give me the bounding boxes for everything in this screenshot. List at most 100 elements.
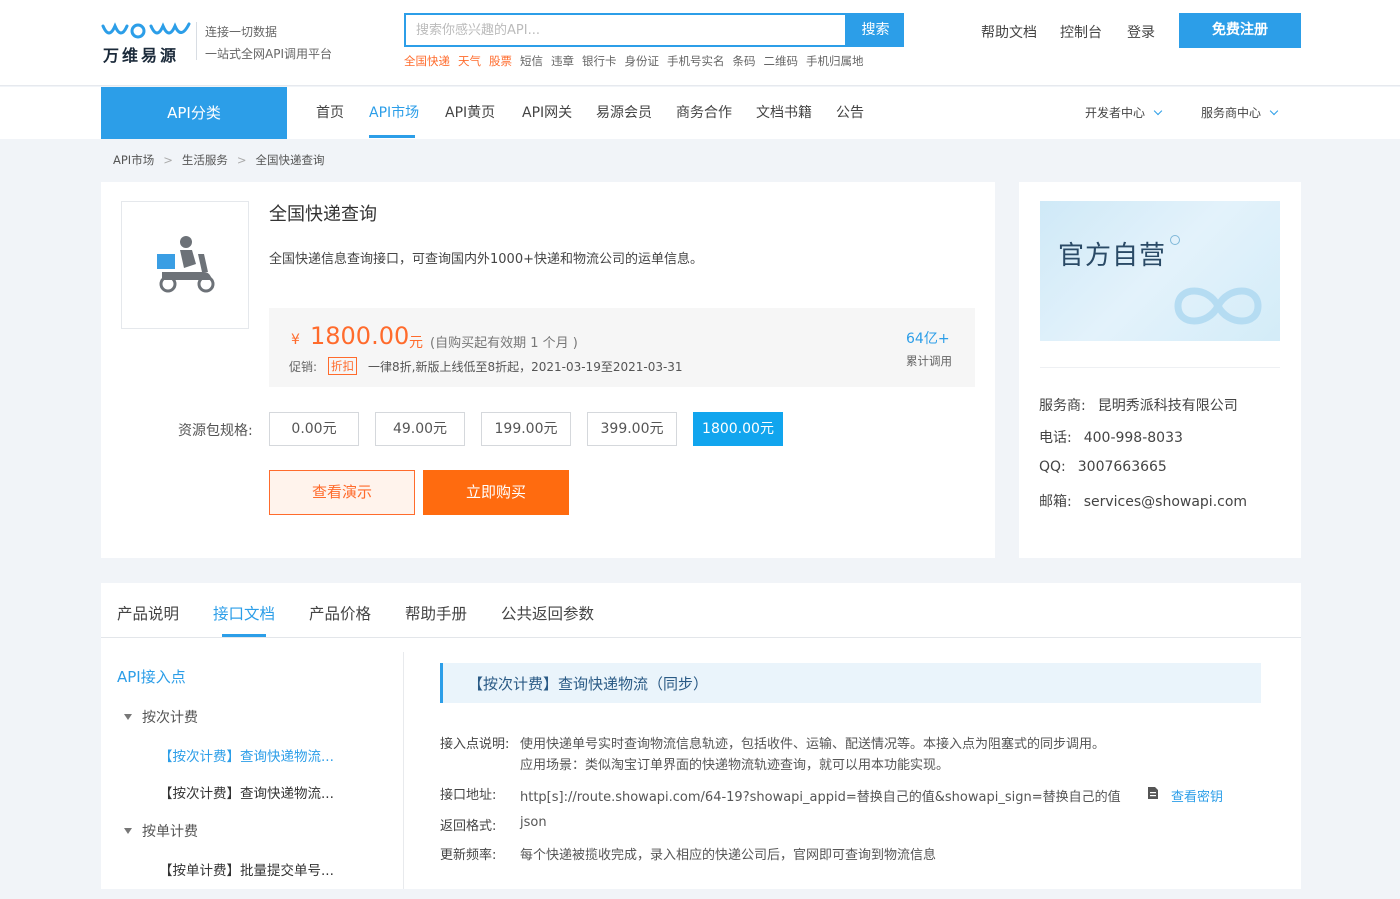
main-nav: API分类 首页 API市场 API黄页 API网关 易源会员 商务合作 文档书… [0,87,1400,139]
help-docs-link[interactable]: 帮助文档 [981,22,1037,42]
document-icon[interactable] [1147,786,1159,800]
freq-label: 更新频率: [440,848,497,863]
tabs-divider [101,637,1301,638]
hot-keyword[interactable]: 条码 [733,54,756,68]
nav-api-market[interactable]: API市场 [369,87,419,139]
caret-down-icon [124,828,132,834]
group-label: 按单计费 [142,824,198,840]
tab-pricing[interactable]: 产品价格 [309,602,371,624]
nav-api-gateway[interactable]: API网关 [522,87,572,139]
promo-text: 一律8折,新版上线低至8折起，2021-03-19至2021-03-31 [368,360,683,374]
format-label: 返回格式: [440,819,497,834]
tab-common-params[interactable]: 公共返回参数 [501,602,594,624]
breadcrumb-api-market[interactable]: API市场 [113,153,154,167]
product-image [121,201,249,329]
nav-home[interactable]: 首页 [316,87,344,139]
nav-announcements[interactable]: 公告 [836,87,864,139]
provider-center-dropdown[interactable]: 服务商中心 [1201,87,1279,139]
vendor-value: 昆明秀派科技有限公司 [1097,398,1238,414]
spec-option-selected[interactable]: 1800.00元 [693,412,783,446]
price-validity-note: (自购买起有效期 1 个月 ) [430,336,578,351]
hot-keyword[interactable]: 违章 [551,54,574,68]
promo-tag: 折扣 [328,357,357,375]
tab-active-indicator [222,634,266,637]
hot-keyword[interactable]: 银行卡 [582,54,617,68]
hot-keyword[interactable]: 股票 [489,54,512,68]
spec-option[interactable]: 0.00元 [269,412,359,446]
slogan-secondary: 一站式全网API调用平台 [205,47,332,61]
hot-keyword[interactable]: 手机号实名 [667,54,725,68]
phone-label: 电话: [1039,430,1072,446]
desc-value: 使用快递单号实时查询物流信息轨迹，包括收件、运输、配送情况等。本接入点为阻塞式的… [520,737,1106,752]
breadcrumb-life-services[interactable]: 生活服务 [182,153,228,167]
breadcrumb-separator: > [236,153,247,167]
nav-books[interactable]: 文档书籍 [756,87,812,139]
product-description: 全国快递信息查询接口，可查询国内外1000+快递和物流公司的运单信息。 [269,252,703,267]
caret-down-icon [124,714,132,720]
freq-value: 每个快递被揽收完成，录入相应的快递公司后，官网即可查询到物流信息 [520,848,937,863]
buy-now-button[interactable]: 立即购买 [423,470,569,515]
group-label: 按次计费 [142,710,198,726]
provider-email: 邮箱: services@showapi.com [1039,491,1247,511]
api-category-button[interactable]: API分类 [101,87,287,139]
group-per-call[interactable]: 按次计费 [124,707,198,727]
hot-keyword[interactable]: 短信 [520,54,543,68]
hot-keyword[interactable]: 手机归属地 [806,54,864,68]
developer-center-dropdown[interactable]: 开发者中心 [1085,87,1163,139]
infinity-icon [1174,287,1262,325]
total-calls-label: 累计调用 [906,354,952,368]
spec-option[interactable]: 199.00元 [481,412,571,446]
logo-divider [196,22,197,60]
group-per-order[interactable]: 按单计费 [124,821,198,841]
spec-option[interactable]: 399.00元 [587,412,677,446]
url-label: 接口地址: [440,788,497,803]
phone-value: 400-998-8033 [1083,430,1183,446]
nav-active-indicator [369,135,415,138]
chevron-down-icon [1269,106,1279,116]
nav-api-yellowpages[interactable]: API黄页 [445,87,495,139]
price-currency: ¥ [291,332,300,348]
docnav-title: API接入点 [117,668,186,686]
endpoint-item[interactable]: 【按单计费】批量提交单号... [159,859,334,879]
breadcrumb-separator: > [163,153,173,167]
hot-keyword[interactable]: 身份证 [625,54,660,68]
provider-phone: 电话: 400-998-8033 [1039,427,1183,447]
spec-label: 资源包规格: [178,423,253,439]
logo-text: 万维易源 [103,46,180,65]
console-link[interactable]: 控制台 [1060,22,1102,42]
official-banner: 官方自营 [1040,201,1280,341]
endpoint-item-active[interactable]: 【按次计费】查询快递物流... [159,745,334,765]
provider-center-label: 服务商中心 [1201,106,1262,120]
hot-keyword[interactable]: 天气 [458,54,481,68]
endpoint-item[interactable]: 【按次计费】查询快递物流... [159,782,334,802]
desc-label: 接入点说明: [440,737,510,752]
login-link[interactable]: 登录 [1127,22,1155,42]
hot-keyword[interactable]: 全国快递 [404,54,450,68]
qq-value: 3007663665 [1077,459,1167,475]
provider-qq: QQ: 3007663665 [1039,459,1167,475]
doc-title: 【按次计费】查询快递物流（同步） [468,675,709,693]
product-title: 全国快递查询 [269,204,377,225]
view-demo-button[interactable]: 查看演示 [269,470,415,515]
register-button[interactable]: 免费注册 [1179,13,1301,48]
search-box [404,13,847,47]
spec-option[interactable]: 49.00元 [375,412,465,446]
nav-business[interactable]: 商务合作 [676,87,732,139]
breadcrumb: API市场 > 生活服务 > 全国快递查询 [113,152,324,168]
view-key-link[interactable]: 查看密钥 [1171,786,1223,805]
search-button[interactable]: 搜索 [847,13,904,47]
hot-keyword[interactable]: 二维码 [764,54,799,68]
price-value: 1800.00 [310,322,410,350]
slogan-primary: 连接一切数据 [205,25,278,39]
provider-vendor: 服务商: 昆明秀派科技有限公司 [1039,395,1238,415]
search-input[interactable] [406,15,845,45]
qq-label: QQ: [1039,459,1066,475]
tab-help-manual[interactable]: 帮助手册 [405,602,467,624]
url-value: http[s]://route.showapi.com/64-19?showap… [520,790,1121,805]
format-value: json [520,815,547,830]
vendor-label: 服务商: [1039,398,1086,414]
tab-product-description[interactable]: 产品说明 [117,602,179,624]
scenario-value: 应用场景：类似淘宝订单界面的快递物流轨迹查询，就可以用本功能实现。 [520,758,950,773]
nav-membership[interactable]: 易源会员 [596,87,652,139]
tab-api-docs[interactable]: 接口文档 [213,602,275,624]
